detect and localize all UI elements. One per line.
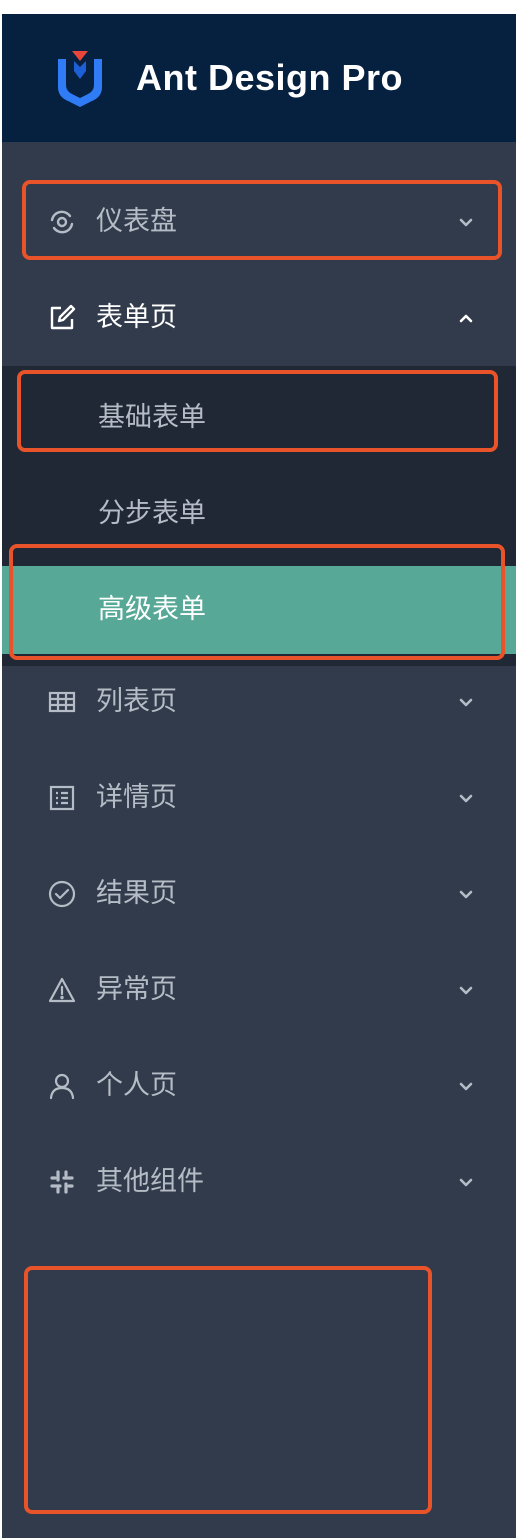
submenu-item-step-form[interactable]: 分步表单	[2, 470, 516, 558]
chevron-down-icon	[459, 986, 473, 995]
menu-item-result[interactable]: 结果页	[2, 846, 516, 942]
ant-design-pro-logo	[58, 51, 102, 107]
submenu-item-basic-form[interactable]: 基础表单	[2, 374, 516, 462]
chevron-up-icon	[459, 314, 473, 323]
menu-item-label: 个人页	[96, 1070, 177, 1101]
chevron-down-icon	[459, 698, 473, 707]
menu-item-form[interactable]: 表单页	[2, 270, 516, 366]
slack-icon	[50, 1170, 74, 1194]
form-edit-icon	[50, 304, 76, 330]
dashboard-icon	[50, 210, 74, 234]
menu-item-list[interactable]: 列表页	[2, 654, 516, 750]
menu-item-other-components[interactable]: 其他组件	[2, 1134, 516, 1230]
warning-icon	[48, 977, 76, 1003]
logo-header[interactable]: Ant Design Pro	[2, 14, 516, 142]
check-circle-icon	[48, 880, 76, 908]
menu-item-label: 表单页	[96, 302, 177, 333]
submenu-item-advanced-form[interactable]: 高级表单	[2, 566, 516, 654]
menu-item-exception[interactable]: 异常页	[2, 942, 516, 1038]
menu-item-label: 结果页	[96, 878, 177, 909]
menu-item-label: 列表页	[96, 686, 177, 717]
menu-item-label: 异常页	[96, 974, 177, 1005]
menu-item-label: 详情页	[96, 782, 177, 813]
user-icon	[49, 1073, 75, 1100]
menu-item-dashboard[interactable]: 仪表盘	[2, 174, 516, 270]
chevron-down-icon	[459, 1082, 473, 1091]
side-menu: Ant Design Pro 仪表盘 表单页 基础表单 分步表单 高级表单 列表…	[2, 14, 516, 1538]
chevron-down-icon	[459, 1178, 473, 1187]
profile-icon	[49, 785, 75, 811]
submenu-item-label: 高级表单	[98, 594, 206, 625]
submenu-item-label: 分步表单	[98, 498, 206, 529]
table-icon	[48, 691, 76, 713]
menu-item-label: 仪表盘	[96, 206, 177, 237]
menu-item-profile[interactable]: 详情页	[2, 750, 516, 846]
menu-item-label: 其他组件	[96, 1166, 204, 1197]
app-title: Ant Design Pro	[136, 57, 404, 98]
submenu-form: 基础表单 分步表单 高级表单	[2, 366, 516, 666]
menu-item-account[interactable]: 个人页	[2, 1038, 516, 1134]
chevron-down-icon	[459, 218, 473, 227]
chevron-down-icon	[459, 890, 473, 899]
chevron-down-icon	[459, 794, 473, 803]
submenu-item-label: 基础表单	[98, 402, 206, 433]
